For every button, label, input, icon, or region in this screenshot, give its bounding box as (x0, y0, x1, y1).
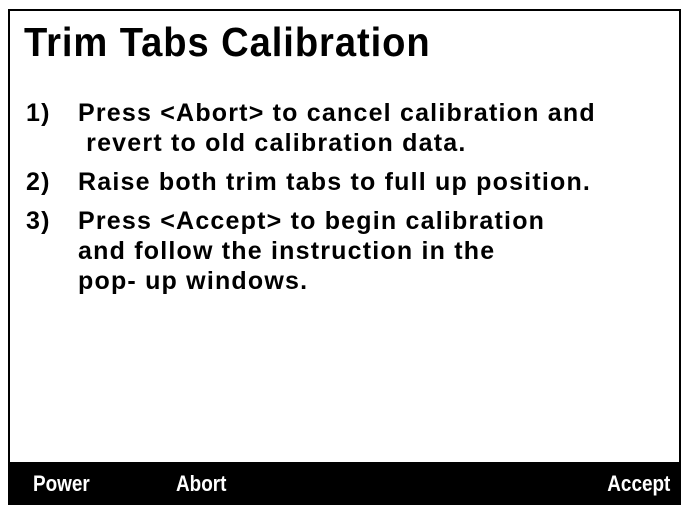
instruction-step-1-line-1: Press <Abort> to cancel calibration and (78, 99, 596, 127)
calibration-screen: Trim Tabs Calibration 1) Press <Abort> t… (8, 9, 681, 505)
instruction-list: 1) Press <Abort> to cancel calibration a… (26, 98, 676, 305)
instruction-step-2-text: Raise both trim tabs to full up position… (78, 167, 676, 197)
instruction-step-2-line-1: Raise both trim tabs to full up position… (78, 168, 592, 196)
instruction-step-1-text: Press <Abort> to cancel calibration and … (78, 98, 676, 158)
instruction-step-3-line-3: pop- up windows. (78, 267, 309, 295)
instruction-step-3-text: Press <Accept> to begin calibration and … (78, 206, 676, 296)
instruction-step-1-line-2: revert to old calibration data. (78, 129, 467, 157)
power-button[interactable]: Power (33, 472, 90, 496)
instruction-step-3-number: 3) (26, 207, 51, 235)
accept-button[interactable]: Accept (607, 472, 670, 496)
abort-button[interactable]: Abort (176, 472, 226, 496)
instruction-step-2-number: 2) (26, 168, 51, 196)
instruction-step-1: 1) Press <Abort> to cancel calibration a… (26, 98, 676, 158)
instruction-step-1-number: 1) (26, 99, 51, 127)
instruction-step-2: 2) Raise both trim tabs to full up posit… (26, 167, 676, 197)
page-title: Trim Tabs Calibration (24, 19, 431, 65)
soft-key-bar: Power Abort Accept (10, 462, 679, 503)
instruction-step-3-line-1: Press <Accept> to begin calibration (78, 207, 546, 235)
instruction-step-3: 3) Press <Accept> to begin calibration a… (26, 206, 676, 296)
instruction-step-3-line-2: and follow the instruction in the (78, 237, 496, 265)
